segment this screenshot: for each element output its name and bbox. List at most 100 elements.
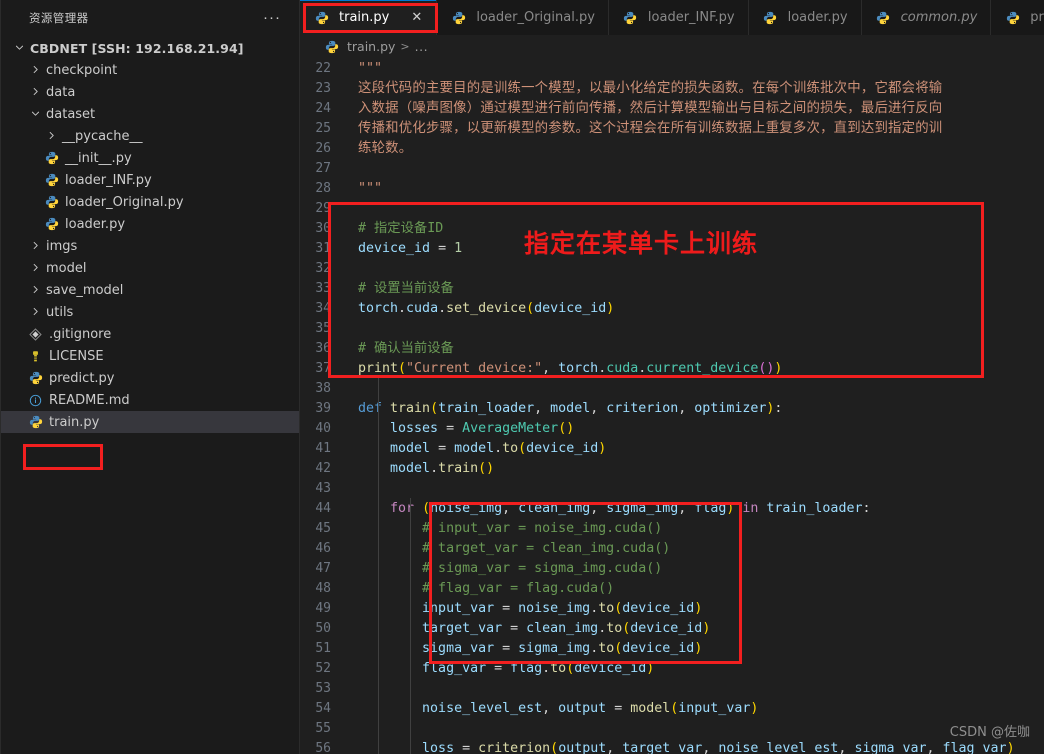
chevron-right-icon[interactable] <box>27 262 43 273</box>
code-line: 41 model = model.to(device_id) <box>300 439 1044 459</box>
tree-item-model[interactable]: model <box>1 257 299 279</box>
code-token: device_id <box>358 241 431 256</box>
line-number: 33 <box>315 281 331 296</box>
code-line: 39 def train(train_loader, model, criteri… <box>300 399 1044 419</box>
annotation-box-train-file <box>23 444 103 470</box>
code-text: # flag_var = flag.cuda() <box>348 579 614 599</box>
code-token: # 设置当前设备 <box>358 281 454 296</box>
line-number: 40 <box>315 421 331 436</box>
code-text: torch.cuda.set_device(device_id) <box>348 299 614 319</box>
code-text: 入数据（噪声图像）通过模型进行前向传播，然后计算模型输出与目标之间的损失，最后进… <box>348 99 942 119</box>
line-number: 38 <box>315 381 331 396</box>
tree-item-save-model[interactable]: save_model <box>1 279 299 301</box>
code-token: device_id <box>622 641 695 656</box>
python-icon <box>622 11 639 25</box>
code-text: """ <box>348 59 382 79</box>
tab-loader-inf-py[interactable]: loader_INF.py <box>608 0 749 35</box>
code-token: ) <box>598 441 607 456</box>
tab-label: common.py <box>900 10 978 25</box>
tree-item-checkpoint[interactable]: checkpoint <box>1 59 299 81</box>
tree-item-predict-py[interactable]: predict.py <box>1 367 299 389</box>
tree-item-readme-md[interactable]: README.md <box>1 389 299 411</box>
tree-item-gitignore[interactable]: .gitignore <box>1 323 299 345</box>
tree-item-label: imgs <box>46 238 78 254</box>
chevron-right-icon[interactable] <box>27 284 43 295</box>
code-text: print("Current device:", torch.cuda.curr… <box>348 359 782 379</box>
code-token: print <box>358 361 399 376</box>
tree-item-label: dataset <box>46 106 96 122</box>
code-line: 37 print("Current device:", torch.cuda.cu… <box>300 359 1044 379</box>
tree-item-loader-inf-py[interactable]: loader_INF.py <box>1 169 299 191</box>
code-token: cuda <box>406 301 439 316</box>
tree-item-imgs[interactable]: imgs <box>1 235 299 257</box>
tab-loader-original-py[interactable]: loader_Original.py <box>437 0 609 35</box>
breadcrumb-dots[interactable]: ... <box>415 39 428 54</box>
tab-loader-py[interactable]: loader.py <box>748 0 862 35</box>
code-token: noise_level_est <box>422 701 543 716</box>
chevron-down-icon[interactable] <box>11 42 27 53</box>
chevron-right-icon[interactable] <box>43 130 59 141</box>
code-token: current_device <box>646 361 759 376</box>
tree-item-data[interactable]: data <box>1 81 299 103</box>
python-icon <box>43 217 60 231</box>
code-token: ( <box>478 461 487 476</box>
chevron-down-icon[interactable] <box>27 108 43 119</box>
tab-predict[interactable]: predict <box>991 0 1044 35</box>
tree-item-utils[interactable]: utils <box>1 301 299 323</box>
code-token: train_loader <box>438 401 535 416</box>
code-token: cuda <box>606 361 639 376</box>
python-icon <box>323 40 340 54</box>
code-line: 44 for (noise_img, clean_img, sigma_img,… <box>300 499 1044 519</box>
code-line: 52 flag_var = flag.to(device_id) <box>300 659 1044 679</box>
tree-item-loader-py[interactable]: loader.py <box>1 213 299 235</box>
chevron-right-icon[interactable] <box>27 86 43 97</box>
code-token: : <box>774 401 783 416</box>
tree-item-dataset[interactable]: dataset <box>1 103 299 125</box>
code-token: model <box>550 401 591 416</box>
tab-train-py[interactable]: train.py ✕ <box>300 0 438 35</box>
tree-item-train-py[interactable]: train.py <box>1 411 299 433</box>
python-icon <box>450 11 467 25</box>
code-text: """ <box>348 179 382 199</box>
breadcrumb[interactable]: train.py > ... <box>300 35 1044 58</box>
more-actions-icon[interactable]: ··· <box>259 10 285 25</box>
tab-common-py[interactable]: common.py <box>861 0 992 35</box>
code-text: # 确认当前设备 <box>348 339 454 359</box>
tree-item-pycache[interactable]: __pycache__ <box>1 125 299 147</box>
tree-item-loader-original-py[interactable]: loader_Original.py <box>1 191 299 213</box>
tree-item-label: __init__.py <box>65 150 132 166</box>
code-line: 46 # target_var = clean_img.cuda() <box>300 539 1044 559</box>
code-token: = <box>502 621 527 636</box>
code-token: ) <box>694 641 703 656</box>
chevron-right-icon: > <box>400 40 410 53</box>
chevron-right-icon[interactable] <box>27 240 43 251</box>
tree-item-init-py[interactable]: __init__.py <box>1 147 299 169</box>
tree-item-label: save_model <box>46 282 124 298</box>
chevron-right-icon[interactable] <box>27 306 43 317</box>
code-line: 47 # sigma_var = sigma_img.cuda() <box>300 559 1044 579</box>
code-token: model <box>454 441 495 456</box>
code-token: train <box>390 401 431 416</box>
chevron-right-icon[interactable] <box>27 64 43 75</box>
code-token: in <box>734 501 767 516</box>
editor-tab-bar: train.py ✕ loader_Original.py loader_INF.py… <box>300 0 1044 35</box>
code-token: target_var <box>422 621 503 636</box>
code-token: # flag_var = flag.cuda() <box>422 581 615 596</box>
breadcrumb-file[interactable]: train.py <box>347 39 395 54</box>
close-icon[interactable]: ✕ <box>410 11 423 24</box>
code-token: , <box>606 741 623 754</box>
code-editor[interactable]: 22 """ 23 这段代码的主要目的是训练一个模型，以最小化给定的损失函数。在每个训… <box>300 58 1044 754</box>
tree-root-item[interactable]: CBDNET [SSH: 192.168.21.94] <box>1 37 299 59</box>
tree-item-license[interactable]: LICENSE <box>1 345 299 367</box>
line-number: 23 <box>315 81 331 96</box>
code-line: 30 # 指定设备ID <box>300 219 1044 239</box>
code-token: ( <box>398 361 407 376</box>
code-token: """ <box>358 61 383 76</box>
code-token: device_id <box>526 441 599 456</box>
code-token: """ <box>358 181 383 196</box>
